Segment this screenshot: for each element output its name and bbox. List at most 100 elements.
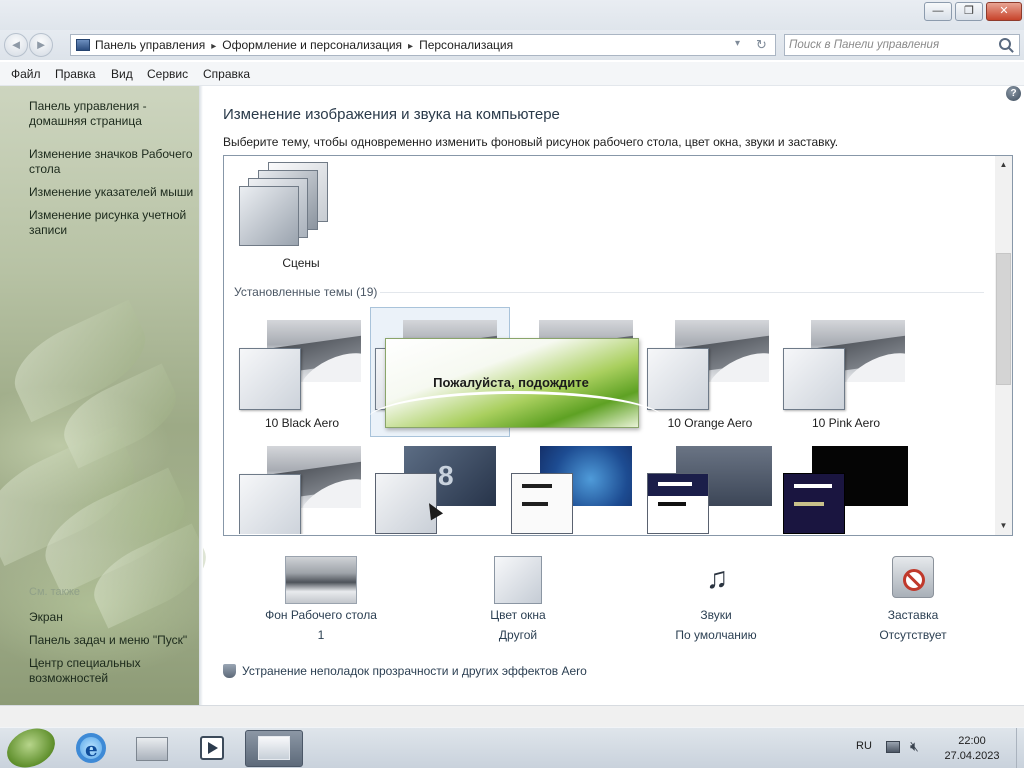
ie-glyph: e [85, 737, 98, 761]
ie-icon[interactable]: e [76, 733, 106, 763]
back-arrow-icon[interactable]: ◄ [4, 33, 28, 57]
shield-icon [223, 664, 236, 678]
page-subtitle: Выберите тему, чтобы одновременно измени… [223, 135, 839, 149]
breadcrumb-control-panel[interactable]: Панель управления [95, 38, 205, 52]
search-icon[interactable] [999, 38, 1011, 50]
option-value: 1 [317, 628, 325, 642]
scene-thumb [239, 186, 299, 246]
breadcrumb: Панель управления ▸ Оформление и персонали… [95, 38, 513, 52]
language-indicator[interactable]: RU [856, 740, 872, 752]
theme-10-pink-aero[interactable]: 10 Pink Aero [783, 312, 913, 440]
forward-arrow-icon[interactable]: ► [29, 33, 53, 57]
menu-view[interactable]: Вид [111, 67, 133, 81]
window-bar [522, 502, 548, 506]
theme-window-color [239, 474, 301, 534]
theme-10-orange-aero[interactable]: 10 Orange Aero [647, 312, 777, 440]
page-title: Изменение изображения и звука на компьют… [223, 106, 560, 123]
sidebar-link-desktop-icons[interactable]: Изменение значков Рабочего стола [29, 147, 197, 177]
theme-label: Сцены [282, 256, 320, 270]
sidebar-link-mouse-pointers[interactable]: Изменение указателей мыши [29, 185, 197, 200]
option-title: Фон Рабочего стола [265, 608, 377, 622]
window-bar [658, 482, 692, 486]
no-screensaver-icon[interactable] [892, 556, 934, 598]
start-button[interactable] [0, 721, 62, 768]
option-sounds[interactable]: Звуки По умолчанию [641, 608, 791, 642]
title-bar: — ❐ ✕ [0, 0, 1024, 30]
desktop-background-thumbnail[interactable] [285, 556, 357, 604]
option-screensaver[interactable]: Заставка Отсутствует [838, 608, 988, 642]
breadcrumb-separator-icon[interactable]: ▸ [211, 41, 216, 52]
address-bar[interactable]: Панель управления ▸ Оформление и персонали… [70, 34, 776, 56]
see-also-heading: См. также [29, 586, 80, 598]
theme-label: 10 Black Aero [264, 416, 340, 430]
search-input[interactable]: Поиск в Панели управления [784, 34, 1020, 56]
option-value: Другой [498, 628, 538, 642]
wait-decoration [366, 391, 666, 451]
sidebar: Панель управления - домашняя страница Из… [0, 86, 218, 705]
option-desktop-background[interactable]: Фон Рабочего стола 1 [246, 608, 396, 642]
music-notes-icon[interactable]: ♫ [692, 554, 742, 604]
computer-icon [76, 39, 90, 51]
navigation-bar: ◄ ► Панель управления ▸ Оформление и персо… [0, 30, 1024, 60]
menu-tools[interactable]: Сервис [147, 67, 188, 81]
clock[interactable]: 22:00 27.04.2023 [940, 734, 1004, 764]
scroll-up-icon[interactable]: ▲ [995, 158, 1012, 172]
close-button[interactable]: ✕ [986, 2, 1022, 21]
theme-basic-window[interactable] [511, 473, 573, 534]
sidebar-divider [199, 86, 203, 705]
breadcrumb-appearance[interactable]: Оформление и персонализация [222, 38, 402, 52]
sidebar-link-display[interactable]: Экран [29, 610, 197, 625]
window-bar [658, 502, 686, 506]
group-divider [380, 292, 984, 293]
theme-list-scrollbar[interactable]: ▲ ▼ [995, 156, 1012, 535]
theme-window-color [783, 348, 845, 410]
address-dropdown-icon[interactable]: ▾ [735, 38, 740, 49]
theme-basic-window[interactable] [647, 473, 709, 534]
control-panel-window: { "window": {"minimize": "—", "maximize"… [0, 0, 1024, 768]
wait-message: Пожалуйста, подождите [433, 375, 589, 390]
search-placeholder: Поиск в Панели управления [789, 39, 940, 51]
breadcrumb-personalization[interactable]: Персонализация [419, 38, 513, 52]
window-bar [794, 502, 824, 506]
option-title: Звуки [700, 608, 732, 622]
theme-item[interactable] [239, 438, 369, 534]
theme-10-black-aero[interactable]: 10 Black Aero [239, 312, 369, 440]
installed-themes-heading: Установленные темы (19) [234, 285, 378, 299]
network-icon[interactable] [886, 741, 900, 753]
scrollbar-thumb[interactable] [996, 253, 1011, 385]
menu-help[interactable]: Справка [203, 67, 250, 81]
sidebar-link-home[interactable]: Панель управления - домашняя страница [29, 99, 197, 129]
sidebar-link-taskbar[interactable]: Панель задач и меню "Пуск" [29, 633, 197, 648]
minimize-button[interactable]: — [924, 2, 952, 21]
please-wait-overlay: Пожалуйста, подождите [366, 338, 666, 428]
option-value: По умолчанию [675, 628, 757, 642]
theme-high-contrast-window[interactable] [783, 473, 845, 534]
option-title: Заставка [887, 608, 939, 622]
clock-time: 22:00 [958, 735, 986, 747]
scroll-down-icon[interactable]: ▼ [995, 519, 1012, 533]
speaker-muted-icon[interactable]: 🔇︎ [910, 738, 919, 755]
option-value: Отсутствует [879, 628, 947, 642]
clock-date: 27.04.2023 [944, 750, 1000, 762]
folder-icon[interactable] [136, 737, 168, 761]
maximize-button[interactable]: ❐ [955, 2, 983, 21]
option-title: Цвет окна [490, 608, 546, 622]
menu-bar: Файл Правка Вид Сервис Справка [0, 62, 1024, 86]
media-player-icon[interactable] [200, 736, 224, 760]
menu-edit[interactable]: Правка [55, 67, 96, 81]
sidebar-link-account-picture[interactable]: Изменение рисунка учетной записи [29, 208, 197, 238]
taskbar: e RU 🔇︎ 22:00 27.04.2023 [0, 721, 1024, 768]
control-panel-icon[interactable] [258, 736, 290, 760]
breadcrumb-separator-icon[interactable]: ▸ [408, 41, 413, 52]
show-desktop-button[interactable] [1016, 728, 1024, 768]
troubleshoot-aero-link[interactable]: Устранение неполадок прозрачности и друг… [223, 664, 587, 678]
menu-file[interactable]: Файл [11, 67, 41, 81]
theme-label: 10 Pink Aero [811, 416, 881, 430]
sidebar-link-ease-of-access[interactable]: Центр специальных возможностей [29, 656, 197, 686]
window-bar [522, 484, 552, 488]
option-window-color[interactable]: Цвет окна Другой [443, 608, 593, 642]
help-icon[interactable]: ? [1006, 86, 1021, 101]
theme-scenes[interactable]: Сцены [238, 160, 368, 270]
refresh-icon[interactable]: ↻ [756, 37, 767, 53]
window-color-swatch[interactable] [494, 556, 542, 604]
